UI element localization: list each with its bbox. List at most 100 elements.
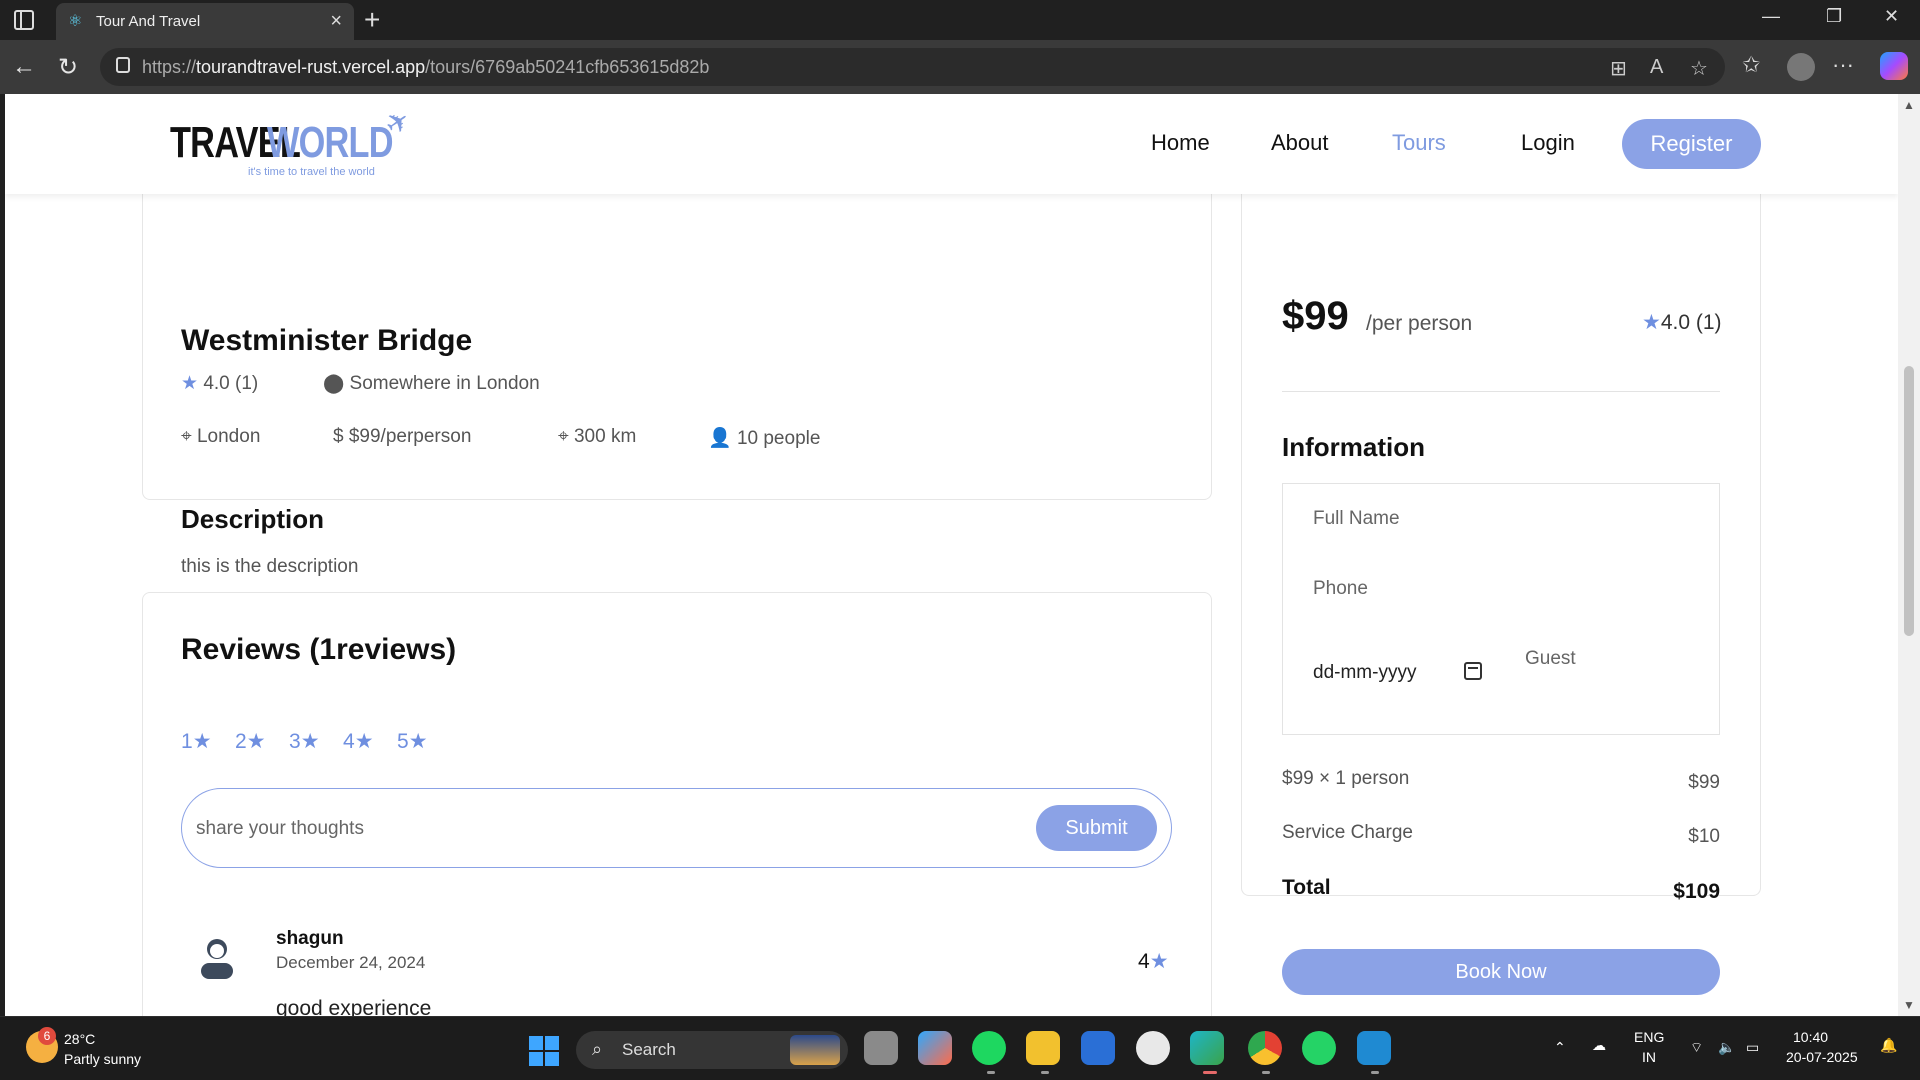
location-icon: ⌖ <box>181 426 192 447</box>
full-name-input[interactable] <box>1313 508 1693 530</box>
description-text: this is the description <box>181 556 359 577</box>
scroll-down-icon[interactable]: ▼ <box>1903 998 1915 1012</box>
review-text: good experience <box>276 997 432 1016</box>
divider <box>1282 391 1720 392</box>
whatsapp-icon[interactable] <box>1302 1031 1336 1065</box>
store-icon[interactable] <box>1081 1031 1115 1065</box>
notifications-icon[interactable]: 🔔 <box>1880 1037 1897 1054</box>
copilot-app-icon[interactable] <box>918 1031 952 1065</box>
guest-input[interactable] <box>1525 648 1685 670</box>
file-explorer-icon[interactable] <box>1026 1031 1060 1065</box>
wifi-icon[interactable]: ⌔ <box>1690 1039 1703 1057</box>
app-available-icon[interactable]: ⊞ <box>1610 56 1627 81</box>
travelworld-logo[interactable]: TRAVEL WORLD ✈ it's time to travel the w… <box>148 103 438 186</box>
review-date: December 24, 2024 <box>276 953 426 972</box>
clock-date[interactable]: 20-07-2025 <box>1786 1049 1858 1065</box>
lock-icon[interactable] <box>116 57 130 73</box>
logo-tagline: it's time to travel the world <box>248 166 375 178</box>
chrome-running-indicator <box>1262 1071 1270 1074</box>
more-options-icon[interactable]: ··· <box>1832 52 1854 78</box>
calendar-icon[interactable] <box>1464 662 1482 680</box>
edge-active-indicator <box>1203 1071 1217 1074</box>
new-tab-icon[interactable]: + <box>364 4 380 36</box>
favorites-icon[interactable]: ✩ <box>1742 52 1760 78</box>
rate-4-star[interactable]: 4★ <box>343 729 374 754</box>
task-view-icon[interactable] <box>864 1031 898 1065</box>
page-viewport: TRAVEL WORLD ✈ it's time to travel the w… <box>5 94 1898 1016</box>
temperature: 28°C <box>64 1031 96 1047</box>
tour-distance: ⌖ 300 km <box>558 426 637 447</box>
scroll-up-icon[interactable]: ▲ <box>1903 98 1915 112</box>
submit-review-button[interactable]: Submit <box>1036 805 1157 851</box>
taskbar-search[interactable]: ⌕ Search <box>576 1031 848 1069</box>
review-rating: 4★ <box>1138 950 1169 973</box>
back-icon[interactable]: ← <box>12 53 36 81</box>
total-label: Total <box>1282 876 1331 899</box>
service-value: $10 <box>1688 826 1720 847</box>
rate-1-star[interactable]: 1★ <box>181 729 212 754</box>
register-button[interactable]: Register <box>1622 119 1761 169</box>
language-code[interactable]: ENG <box>1634 1029 1664 1045</box>
profile-avatar[interactable] <box>1787 53 1815 81</box>
distance-pin-icon: ⌖ <box>558 426 569 447</box>
dollar-icon: $ <box>333 426 344 447</box>
favorite-star-icon[interactable]: ☆ <box>1690 56 1708 81</box>
window-close-icon[interactable]: ✕ <box>1884 6 1899 27</box>
tour-city: ⌖ London <box>181 426 261 447</box>
reviews-heading: Reviews (1reviews) <box>181 633 457 666</box>
tour-info-card: Westminister Bridge ★ 4.0 (1) ⬤ Somewher… <box>142 154 1212 577</box>
rate-2-star[interactable]: 2★ <box>235 729 266 754</box>
nav-tours[interactable]: Tours <box>1392 130 1446 156</box>
spotify-icon[interactable] <box>972 1031 1006 1065</box>
windows-start-icon[interactable] <box>529 1036 559 1066</box>
volume-icon[interactable]: 🔈 <box>1718 1039 1735 1056</box>
show-hidden-icons-icon[interactable]: ⌃ <box>1554 1039 1566 1056</box>
per-person-label: /per person <box>1366 312 1473 335</box>
date-input[interactable]: dd-mm-yyyy <box>1313 662 1416 684</box>
tour-title: Westminister Bridge <box>181 324 473 357</box>
description-heading: Description <box>181 504 325 534</box>
review-input[interactable] <box>196 811 996 847</box>
read-aloud-icon[interactable]: A <box>1650 56 1663 79</box>
copilot-icon[interactable] <box>1880 52 1908 80</box>
information-heading: Information <box>1282 432 1425 462</box>
chrome-icon[interactable] <box>1248 1031 1282 1065</box>
tab-actions-icon[interactable] <box>14 10 34 30</box>
phone-input[interactable] <box>1313 578 1693 600</box>
restore-icon[interactable]: ❐ <box>1826 6 1842 27</box>
nav-login[interactable]: Login <box>1521 130 1575 156</box>
rate-5-star[interactable]: 5★ <box>397 729 428 754</box>
book-now-button[interactable]: Book Now <box>1282 949 1720 995</box>
clock-time[interactable]: 10:40 <box>1793 1029 1828 1045</box>
rate-3-star[interactable]: 3★ <box>289 729 320 754</box>
vscode-running-indicator <box>1371 1071 1379 1074</box>
vscode-icon[interactable] <box>1357 1031 1391 1065</box>
page-scrollbar[interactable]: ▲ ▼ <box>1898 94 1920 1016</box>
star-icon: ★ <box>1149 950 1169 973</box>
nav-about[interactable]: About <box>1271 130 1329 156</box>
close-tab-icon[interactable]: × <box>330 10 342 33</box>
scrollbar-thumb[interactable] <box>1904 366 1914 636</box>
explorer-running-indicator <box>1041 1071 1049 1074</box>
onedrive-icon[interactable]: ☁ <box>1592 1037 1606 1054</box>
region-code[interactable]: IN <box>1642 1049 1656 1065</box>
url-text: https://tourandtravel-rust.vercel.app/to… <box>142 57 710 77</box>
price-line-row: $99 × 1 person $99 <box>1282 768 1720 793</box>
nav-home[interactable]: Home <box>1151 130 1210 156</box>
people-icon: 👤 <box>708 428 732 449</box>
minimize-icon[interactable]: — <box>1762 6 1780 27</box>
taskbar: 6 28°C Partly sunny ⌕ Search ⌃ ☁ ENG IN … <box>0 1016 1920 1080</box>
reviewer-name: shagun <box>276 928 344 949</box>
star-icon: ★ <box>181 373 199 394</box>
search-highlight-image <box>790 1035 840 1065</box>
reload-icon[interactable]: ↻ <box>58 53 78 82</box>
dell-icon[interactable] <box>1136 1031 1170 1065</box>
browser-tab-bar: ⚛ Tour And Travel × + — ❐ ✕ <box>0 0 1920 40</box>
tour-price: $ $99/perperson <box>333 426 472 447</box>
edge-icon[interactable] <box>1190 1031 1224 1065</box>
battery-icon[interactable]: ▭ <box>1746 1039 1759 1056</box>
url-bar[interactable]: https://tourandtravel-rust.vercel.app/to… <box>100 48 1725 86</box>
reviewer-avatar <box>201 939 233 979</box>
search-icon: ⌕ <box>592 1039 603 1059</box>
browser-tab[interactable]: ⚛ Tour And Travel × <box>56 3 354 40</box>
